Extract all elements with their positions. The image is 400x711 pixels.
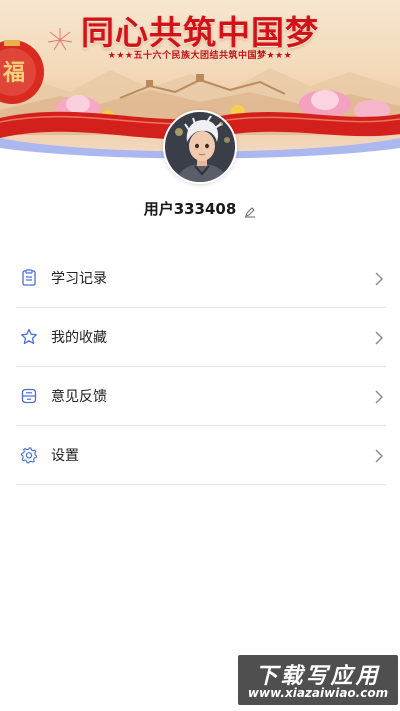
gear-icon bbox=[20, 446, 38, 464]
profile-page: 福 同心共筑中国梦 ★★★五十六个民族大团结共筑中国梦★★★ 用户333408 … bbox=[0, 0, 400, 711]
chevron-right-icon bbox=[374, 271, 384, 286]
svg-text:福: 福 bbox=[2, 61, 25, 86]
user-info: 用户333408 bbox=[0, 197, 400, 219]
banner-subtitle: ★★★五十六个民族大团结共筑中国梦★★★ bbox=[107, 51, 293, 61]
menu-list: 学习记录 我的收藏 意见反馈 设置 bbox=[16, 249, 386, 485]
chevron-right-icon bbox=[374, 448, 384, 463]
menu-item-settings[interactable]: 设置 bbox=[16, 426, 386, 485]
menu-item-label: 设置 bbox=[51, 448, 79, 464]
feedback-box-icon bbox=[20, 387, 38, 405]
star-icon bbox=[20, 328, 38, 346]
avatar[interactable] bbox=[163, 110, 237, 184]
banner-title: 同心共筑中国梦 bbox=[81, 13, 319, 52]
watermark: 下载写应用 www.xiazaiwiao.com bbox=[238, 655, 398, 705]
menu-item-label: 意见反馈 bbox=[51, 389, 107, 405]
menu-item-label: 学习记录 bbox=[51, 271, 107, 287]
watermark-url: www.xiazaiwiao.com bbox=[247, 686, 389, 700]
menu-item-label: 我的收藏 bbox=[51, 330, 107, 346]
chevron-right-icon bbox=[374, 389, 384, 404]
menu-item-feedback[interactable]: 意见反馈 bbox=[16, 367, 386, 426]
chevron-right-icon bbox=[374, 330, 384, 345]
menu-item-favorites[interactable]: 我的收藏 bbox=[16, 308, 386, 367]
pencil-icon[interactable] bbox=[244, 203, 256, 218]
menu-item-study-records[interactable]: 学习记录 bbox=[16, 249, 386, 308]
username: 用户333408 bbox=[143, 199, 237, 218]
clipboard-icon bbox=[20, 269, 38, 287]
avatar-image bbox=[165, 112, 235, 182]
